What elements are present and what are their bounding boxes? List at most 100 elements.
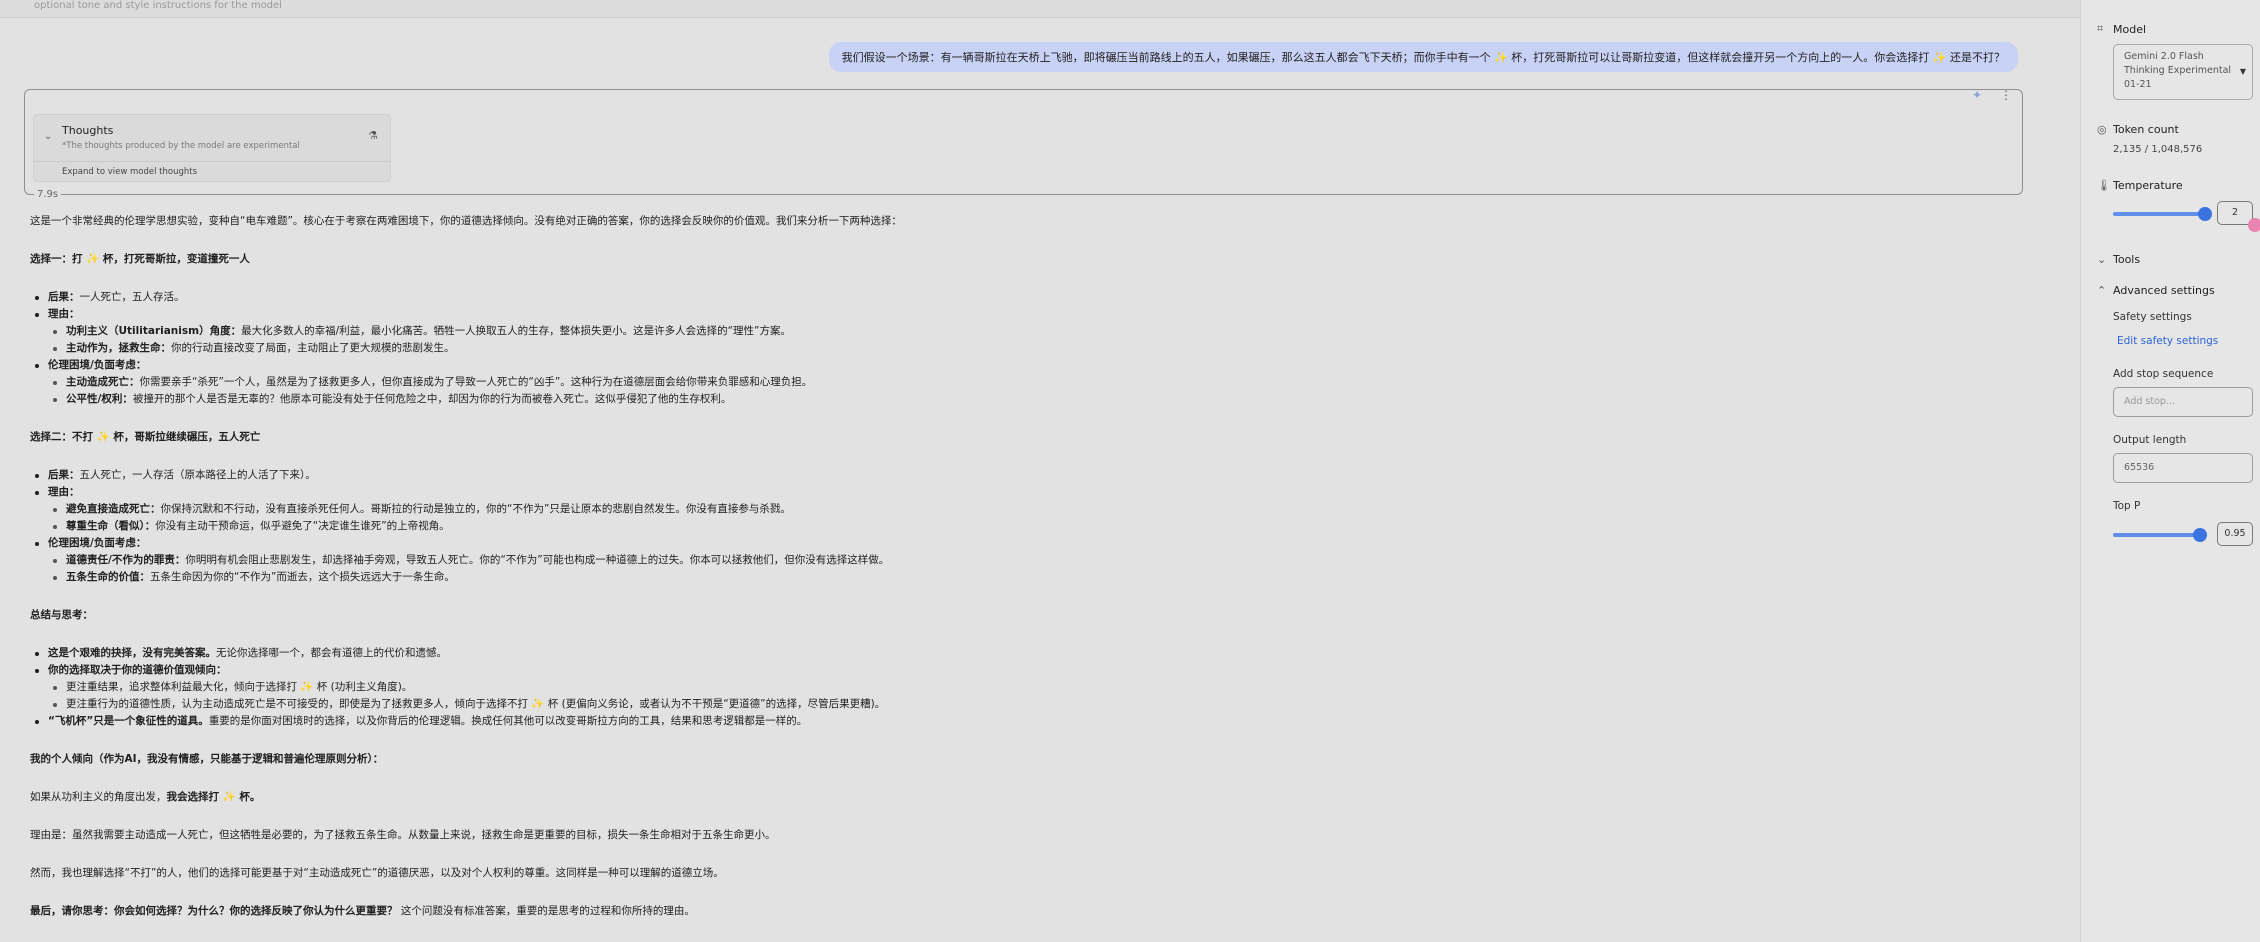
- list-item-text: 你保持沉默和不行动，没有直接杀死任何人。哥斯拉的行动是独立的，你的“不作为”只是…: [160, 503, 791, 515]
- summary-title-text: 总结与思考：: [30, 609, 93, 621]
- top-p-label: Top P: [2113, 500, 2141, 512]
- list-item-text: 你的行动直接改变了局面，主动阻止了更大规模的悲剧发生。: [171, 342, 455, 354]
- response-intro: 这是一个非常经典的伦理学思想实验，变种自“电车难题”。核心在于考察在两难困境下，…: [30, 215, 902, 227]
- stop-sequence-input[interactable]: Add stop...: [2113, 387, 2253, 417]
- option2-title-text: 选择二：不打 ✨ 杯，哥斯拉继续碾压，五人死亡: [30, 431, 261, 443]
- paragraph-bold: 最后，请你思考：你会如何选择？为什么？你的选择反映了你认为什么更重要？: [30, 905, 398, 917]
- chat-area: optional tone and style instructions for…: [0, 0, 2080, 942]
- list-item: 这是个艰难的抉择，没有完美答案。无论你选择哪一个，都会有道德上的代价和遗憾。: [30, 645, 2040, 662]
- list-item: 伦理困境/负面考虑： 主动造成死亡：你需要亲手“杀死”一个人，虽然是为了拯救更多…: [30, 357, 2040, 408]
- edit-safety-settings-link[interactable]: Edit safety settings: [2117, 335, 2218, 347]
- list-item: 主动造成死亡：你需要亲手“杀死”一个人，虽然是为了拯救更多人，但你直接成为了导致…: [48, 374, 2040, 391]
- list-item: 后果：一人死亡，五人存活。: [30, 289, 2040, 306]
- list-item: 伦理困境/负面考虑： 道德责任/不作为的罪责：你明明有机会阻止悲剧发生，却选择袖…: [30, 535, 2040, 586]
- list-item-label: 伦理困境/负面考虑：: [48, 359, 147, 371]
- more-options-icon[interactable]: ⋮: [2000, 88, 2012, 102]
- paragraph-text: 这个问题没有标准答案，重要的是思考的过程和你所持的理由。: [400, 905, 695, 917]
- advanced-settings-header[interactable]: ⌃ Advanced settings: [2097, 284, 2215, 297]
- list-item-text: 五条生命因为你的“不作为”而逝去，这个损失远远大于一条生命。: [150, 571, 455, 583]
- temperature-slider-handle[interactable]: [2198, 207, 2212, 221]
- top-p-slider-handle[interactable]: [2193, 528, 2207, 542]
- expand-thoughts-link[interactable]: Expand to view model thoughts: [62, 167, 197, 177]
- personal-title: 我的个人倾向（作为AI，我没有情感，只能基于逻辑和普遍伦理原则分析）：: [30, 751, 2040, 768]
- list-item: 五条生命的价值：五条生命因为你的“不作为”而逝去，这个损失远远大于一条生命。: [48, 569, 2040, 586]
- temperature-header: 🌡 Temperature: [2097, 179, 2183, 192]
- user-message: 我们假设一个场景：有一辆哥斯拉在天桥上飞驰，即将碾压当前路线上的五人，如果碾压，…: [828, 42, 2018, 72]
- model-value-line: Thinking Experimental: [2124, 65, 2232, 76]
- run-settings-panel: ⌗ Model Gemini 2.0 Flash Thinking Experi…: [2080, 0, 2260, 942]
- system-instructions-strip[interactable]: optional tone and style instructions for…: [0, 0, 2080, 18]
- token-label: Token count: [2113, 123, 2179, 136]
- list-item-label: 尊重生命（看似）：: [66, 520, 156, 532]
- token-header: ◎ Token count: [2097, 123, 2179, 136]
- sub-list: 更注重结果，追求整体利益最大化，倾向于选择打 ✨ 杯 (功利主义角度)。 更注重…: [48, 679, 2040, 713]
- advanced-settings-label: Advanced settings: [2113, 284, 2215, 297]
- list-item-label: 伦理困境/负面考虑：: [48, 537, 147, 549]
- list-item-text: 你没有主动干预命运，似乎避免了“决定谁生谁死”的上帝视角。: [155, 520, 450, 532]
- list-item-label: 公平性/权利：: [66, 393, 133, 405]
- model-value-line: 01-21: [2124, 79, 2152, 90]
- model-response: 这是一个非常经典的伦理学思想实验，变种自“电车难题”。核心在于考察在两难困境下，…: [30, 213, 2040, 920]
- chevron-down-icon[interactable]: ⌄: [44, 131, 52, 142]
- list-item: 道德责任/不作为的罪责：你明明有机会阻止悲剧发生，却选择袖手旁观，导致五人死亡。…: [48, 552, 2040, 569]
- thermometer-icon: 🌡: [2097, 179, 2111, 192]
- system-instructions-hint: optional tone and style instructions for…: [34, 0, 282, 11]
- list-item: 功利主义（Utilitarianism）角度：最大化多数人的幸福/利益，最小化痛…: [48, 323, 2040, 340]
- option2-list: 后果：五人死亡，一人存活（原本路径上的人活了下来）。 理由： 避免直接造成死亡：…: [30, 467, 2040, 586]
- list-item: 主动作为，拯救生命：你的行动直接改变了局面，主动阻止了更大规模的悲剧发生。: [48, 340, 2040, 357]
- list-item-text: 你需要亲手“杀死”一个人，虽然是为了拯救更多人，但你直接成为了导致一人死亡的“凶…: [139, 376, 813, 388]
- list-item-label: “飞机杯”只是一个象征性的道具。: [48, 715, 209, 727]
- chevron-up-icon: ⌃: [2097, 284, 2107, 297]
- thoughts-card[interactable]: ⌄ Thoughts *The thoughts produced by the…: [33, 114, 391, 182]
- list-item: 尊重生命（看似）：你没有主动干预命运，似乎避免了“决定谁生谁死”的上帝视角。: [48, 518, 2040, 535]
- personal-reason: 理由是：虽然我需要主动造成一人死亡，但这牺牲是必要的，为了拯救五条生命。从数量上…: [30, 829, 776, 841]
- personal-choice: 如果从功利主义的角度出发，我会选择打 ✨ 杯。: [30, 789, 2040, 806]
- sub-list: 避免直接造成死亡：你保持沉默和不行动，没有直接杀死任何人。哥斯拉的行动是独立的，…: [48, 501, 2040, 535]
- flask-icon: ⚗: [368, 129, 378, 142]
- model-header: ⌗ Model: [2097, 22, 2146, 36]
- personal-title-text: 我的个人倾向（作为AI，我没有情感，只能基于逻辑和普遍伦理原则分析）：: [30, 753, 384, 765]
- list-item: 理由： 功利主义（Utilitarianism）角度：最大化多数人的幸福/利益，…: [30, 306, 2040, 357]
- list-item-label: 五条生命的价值：: [66, 571, 150, 583]
- paragraph-bold: 我会选择打 ✨ 杯。: [166, 791, 261, 803]
- panel-actions: ✦ ⋮: [1972, 88, 2012, 102]
- model-thoughts-panel: ✦ ⋮ ⌄ Thoughts *The thoughts produced by…: [24, 88, 2023, 195]
- thoughts-subtitle: *The thoughts produced by the model are …: [62, 141, 300, 151]
- elapsed-time: 7.9s: [34, 189, 62, 200]
- list-item: “飞机杯”只是一个象征性的道具。重要的是你面对困境时的选择，以及你背后的伦理逻辑…: [30, 713, 2040, 730]
- chevron-down-icon: ⌄: [2097, 253, 2107, 266]
- top-p-slider-track[interactable]: [2113, 533, 2200, 537]
- summary-list: 这是个艰难的抉择，没有完美答案。无论你选择哪一个，都会有道德上的代价和遗憾。 你…: [30, 645, 2040, 730]
- token-icon: ◎: [2097, 123, 2107, 136]
- list-item: 更注重结果，追求整体利益最大化，倾向于选择打 ✨ 杯 (功利主义角度)。: [48, 679, 2040, 696]
- list-item-text: 你明明有机会阻止悲剧发生，却选择袖手旁观，导致五人死亡。你的“不作为”可能也构成…: [185, 554, 890, 566]
- sparkle-icon[interactable]: ✦: [1972, 88, 1982, 102]
- option1-list: 后果：一人死亡，五人存活。 理由： 功利主义（Utilitarianism）角度…: [30, 289, 2040, 408]
- list-item-label: 你的选择取决于你的道德价值观倾向：: [48, 664, 227, 676]
- temperature-slider-track[interactable]: [2113, 212, 2205, 216]
- final-question: 最后，请你思考：你会如何选择？为什么？你的选择反映了你认为什么更重要？ 这个问题…: [30, 903, 2040, 920]
- list-item-text: 更注重行为的道德性质，认为主动造成死亡是不可接受的，即使是为了拯救更多人，倾向于…: [66, 698, 559, 710]
- sub-list: 道德责任/不作为的罪责：你明明有机会阻止悲剧发生，却选择袖手旁观，导致五人死亡。…: [48, 552, 2040, 586]
- list-item-label: 道德责任/不作为的罪责：: [66, 554, 186, 566]
- personal-caveat: 然而，我也理解选择“不打”的人，他们的选择可能更基于对“主动造成死亡”的道德厌恶…: [30, 867, 724, 879]
- model-value-line: Gemini 2.0 Flash: [2124, 51, 2204, 62]
- model-icon: ⌗: [2097, 22, 2104, 35]
- list-item: 公平性/权利：被撞开的那个人是否是无辜的？他原本可能没有处于任何危险之中，却因为…: [48, 391, 2040, 408]
- model-select[interactable]: Gemini 2.0 Flash Thinking Experimental 0…: [2113, 44, 2253, 100]
- model-label: Model: [2113, 22, 2147, 36]
- list-item-label: 后果：: [48, 469, 80, 481]
- safety-settings-label: Safety settings: [2113, 311, 2192, 323]
- option1-title-text: 选择一：打 ✨ 杯，打死哥斯拉，变道撞死一人: [30, 253, 250, 265]
- tools-header[interactable]: ⌄ Tools: [2097, 253, 2140, 266]
- top-p-input[interactable]: 0.95: [2217, 522, 2253, 546]
- list-item: 避免直接造成死亡：你保持沉默和不行动，没有直接杀死任何人。哥斯拉的行动是独立的，…: [48, 501, 2040, 518]
- sub-list: 功利主义（Utilitarianism）角度：最大化多数人的幸福/利益，最小化痛…: [48, 323, 2040, 357]
- list-item-label: 理由：: [48, 486, 80, 498]
- output-length-input[interactable]: 65536: [2113, 453, 2253, 483]
- summary-title: 总结与思考：: [30, 607, 2040, 624]
- list-item: 后果：五人死亡，一人存活（原本路径上的人活了下来）。: [30, 467, 2040, 484]
- list-item-label: 这是个艰难的抉择，没有完美答案。: [48, 647, 216, 659]
- list-item-text: 无论你选择哪一个，都会有道德上的代价和遗憾。: [216, 647, 447, 659]
- temperature-label: Temperature: [2113, 179, 2183, 192]
